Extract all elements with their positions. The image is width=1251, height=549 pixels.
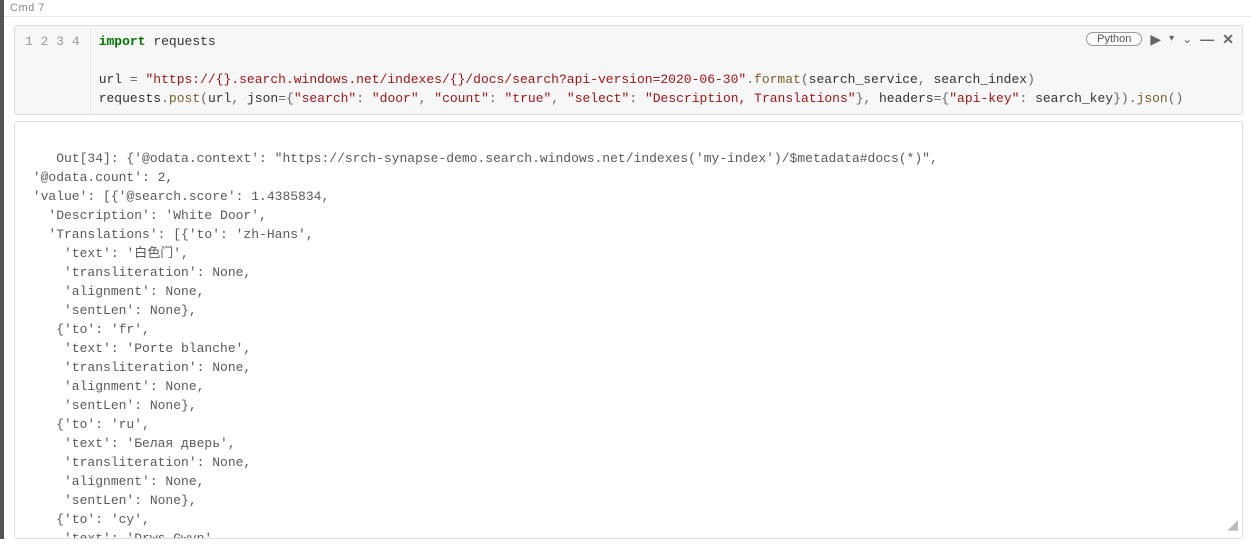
run-icon[interactable]: ▶: [1150, 32, 1161, 46]
chevron-down-icon[interactable]: ⌄: [1182, 33, 1192, 45]
var-url: url: [99, 72, 122, 87]
language-selector[interactable]: Python: [1086, 32, 1142, 46]
line-number: 1: [25, 34, 33, 49]
run-menu-chevron-icon[interactable]: ▾: [1169, 34, 1174, 44]
resize-handle-icon[interactable]: ◢: [1227, 517, 1238, 536]
url-string: "https://{}.search.windows.net/indexes/{…: [146, 72, 747, 87]
line-number: 2: [41, 34, 49, 49]
method-format: format: [754, 72, 801, 87]
code-editor[interactable]: Python ▶ ▾ ⌄ — ✕ 1 2 3 4 import requests…: [14, 25, 1243, 115]
close-icon[interactable]: ✕: [1222, 32, 1234, 46]
method-post: post: [169, 91, 200, 106]
keyword-import: import: [99, 34, 146, 49]
notebook-cell: Cmd 7 Python ▶ ▾ ⌄ — ✕ 1 2 3 4 import re…: [0, 0, 1251, 539]
module-name: requests: [153, 34, 215, 49]
method-json: json: [1137, 91, 1168, 106]
line-number: 4: [72, 34, 80, 49]
line-gutter: 1 2 3 4: [15, 26, 91, 114]
line-number: 3: [56, 34, 64, 49]
cell-label: Cmd 7: [4, 0, 1251, 17]
cell-toolbar: Python ▶ ▾ ⌄ — ✕: [1086, 32, 1234, 46]
output-text: Out[34]: {'@odata.context': "https://src…: [25, 151, 938, 539]
output-area: Out[34]: {'@odata.context': "https://src…: [14, 121, 1243, 539]
minimize-icon[interactable]: —: [1200, 32, 1214, 46]
code-content[interactable]: import requests url = "https://{}.search…: [91, 26, 1192, 114]
